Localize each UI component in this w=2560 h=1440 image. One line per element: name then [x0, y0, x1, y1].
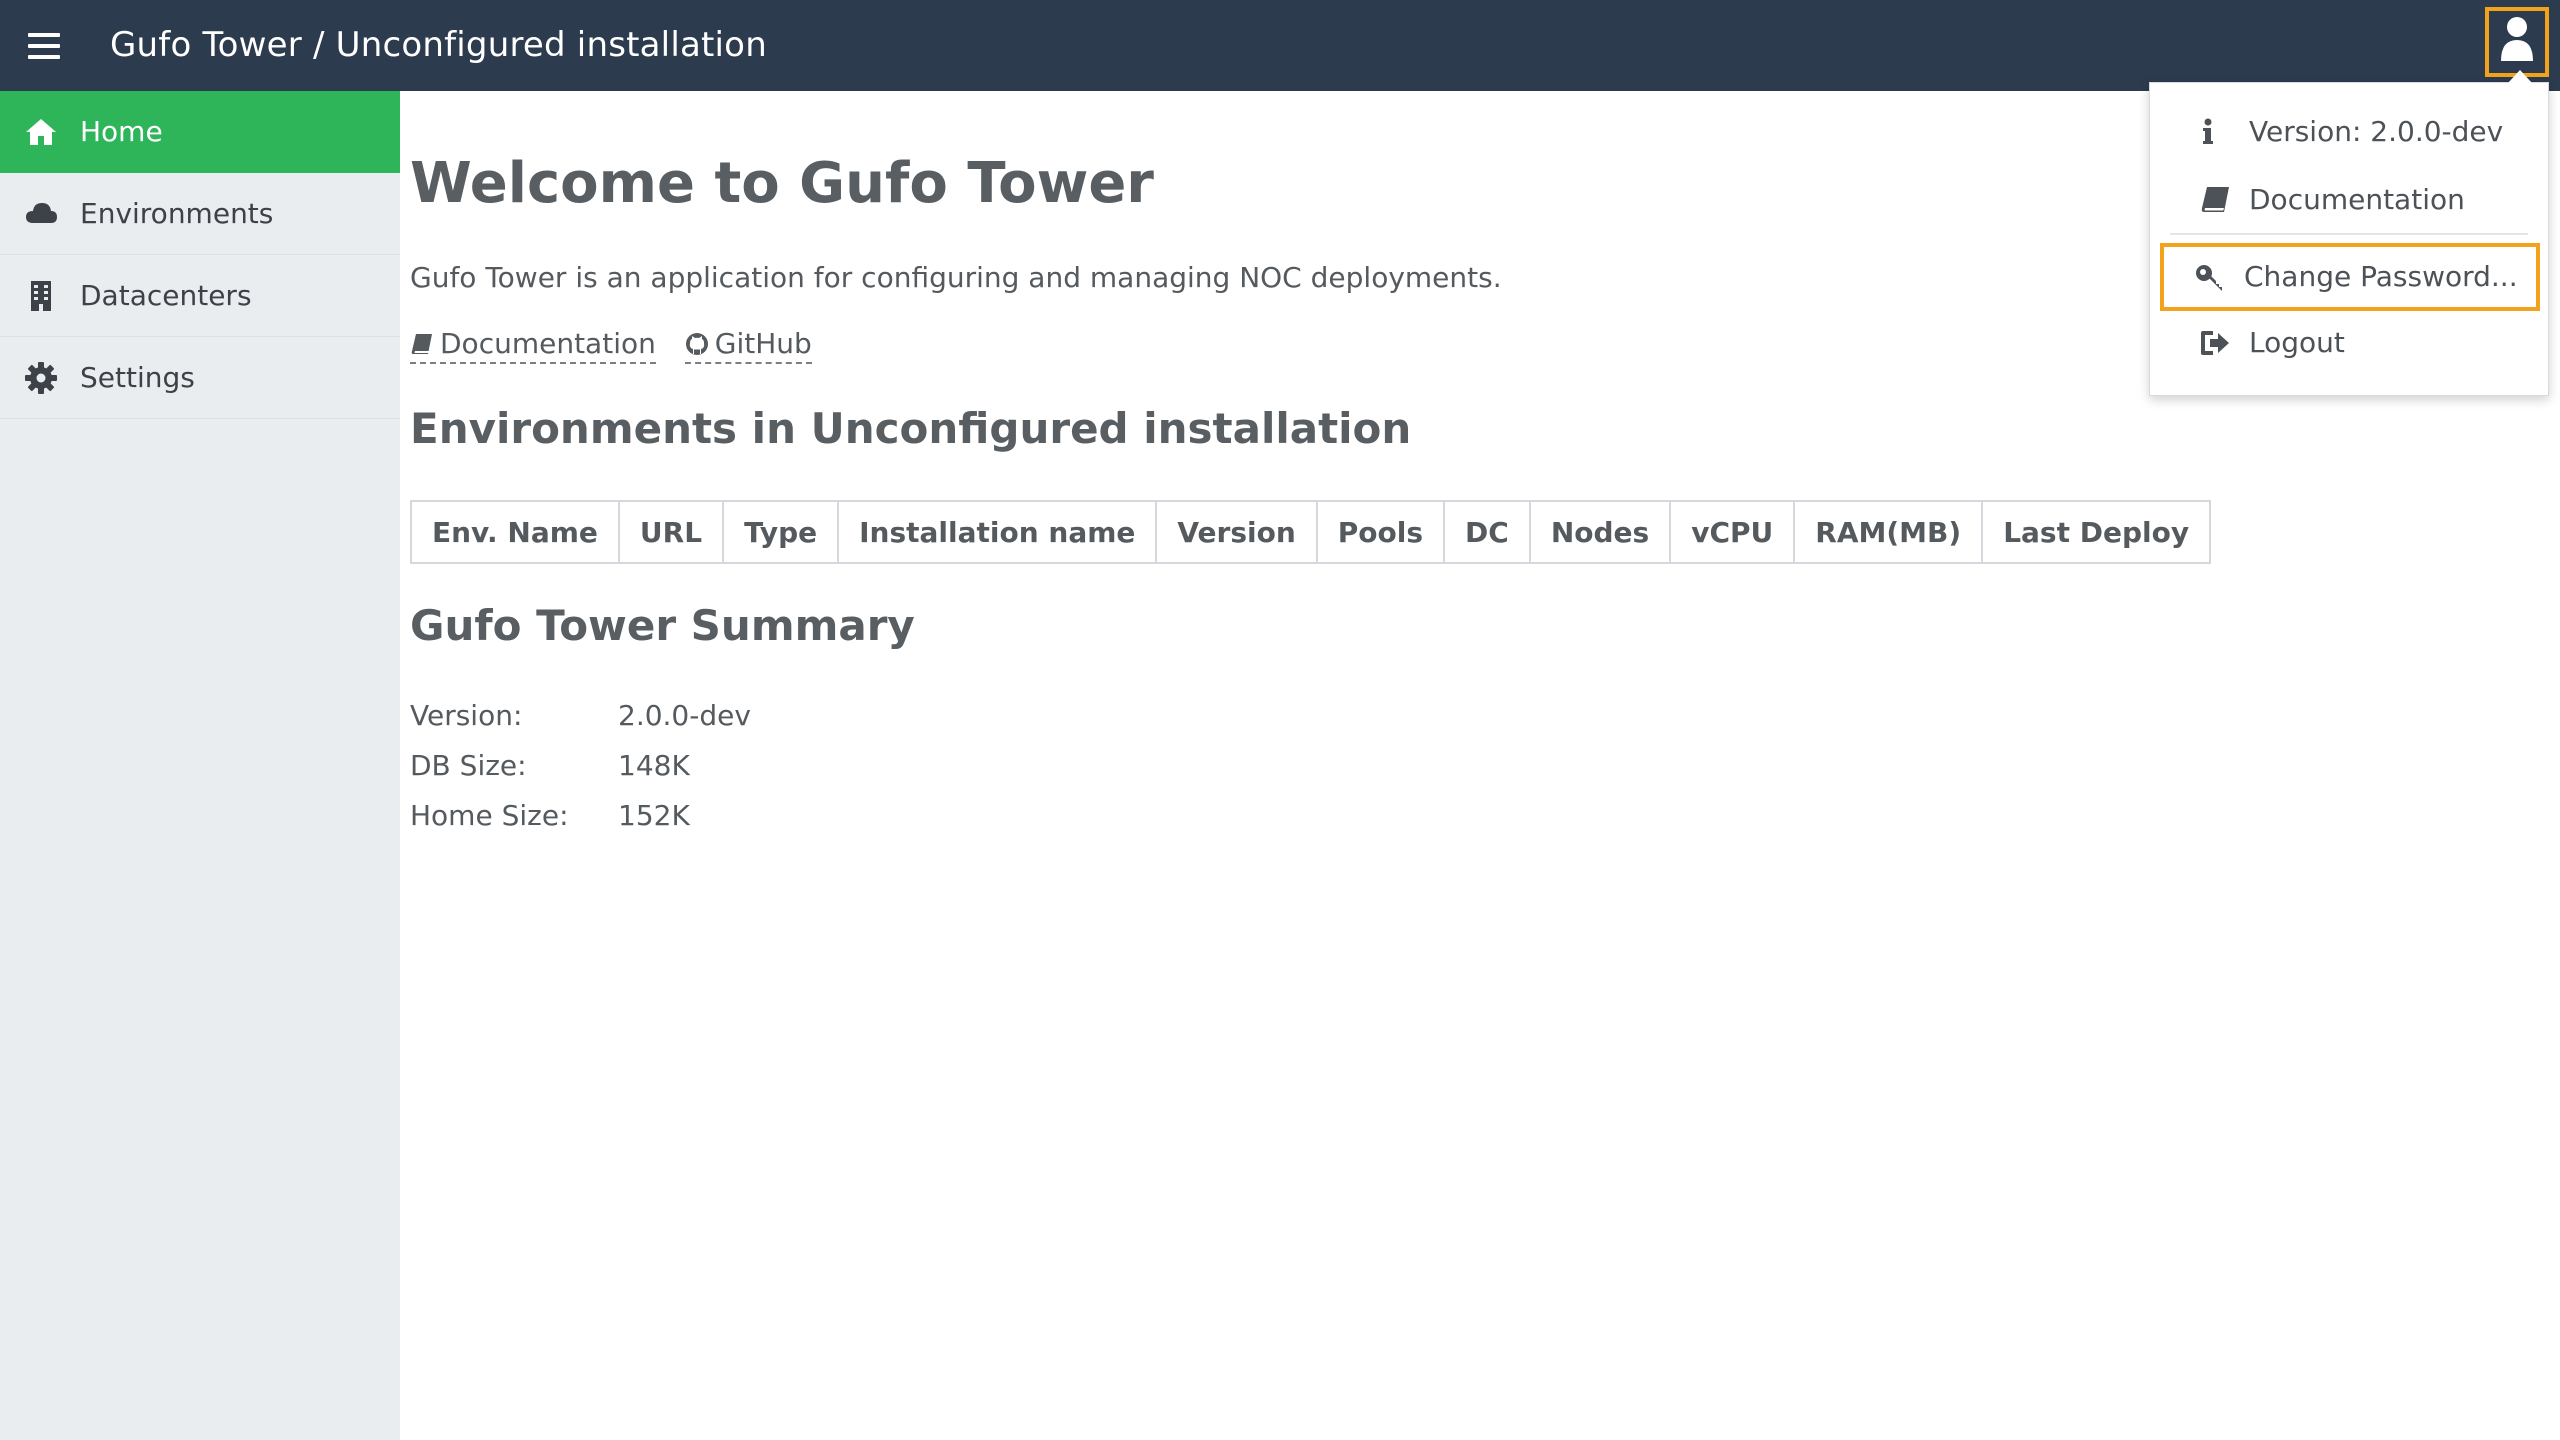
key-icon [2196, 265, 2222, 291]
summary-value: 152K [618, 799, 690, 832]
column-header[interactable]: DC [1443, 500, 1531, 564]
documentation-link[interactable]: Documentation [410, 327, 656, 364]
sidebar-item-label: Datacenters [80, 279, 252, 312]
summary-key: Version: [410, 699, 523, 732]
github-icon [685, 333, 708, 355]
gear-icon [25, 362, 57, 394]
user-menu-button[interactable] [2485, 7, 2549, 77]
building-icon [31, 281, 51, 311]
sidebar-item-home[interactable]: Home [0, 91, 400, 173]
sidebar-item-environments[interactable]: Environments [0, 173, 400, 255]
info-icon [2203, 118, 2213, 144]
summary-value: 148K [618, 749, 690, 782]
column-header[interactable]: RAM(MB) [1793, 500, 1984, 564]
sidebar-item-label: Environments [80, 197, 274, 230]
documentation-link-label: Documentation [440, 327, 656, 360]
menu-item-label: Logout [2249, 326, 2345, 359]
user-dropdown-menu: Version: 2.0.0-dev Documentation Change … [2149, 70, 2549, 396]
dropdown-arrow [2508, 70, 2532, 83]
column-header[interactable]: Type [722, 500, 840, 564]
menu-item-label: Documentation [2249, 183, 2465, 216]
book-icon [411, 334, 432, 354]
column-header[interactable]: Nodes [1528, 500, 1672, 564]
summary-row: DB Size: 148K [410, 741, 751, 791]
environments-table: Env. Name URL Type Installation name Ver… [410, 500, 2212, 564]
menu-divider [2170, 233, 2528, 235]
menu-item-version[interactable]: Version: 2.0.0-dev [2165, 102, 2535, 162]
github-link[interactable]: GitHub [684, 327, 812, 364]
column-header[interactable]: Pools [1315, 500, 1446, 564]
column-header[interactable]: URL [617, 500, 725, 564]
sidebar-item-label: Settings [80, 361, 195, 394]
column-header[interactable]: Env. Name [410, 500, 620, 564]
summary-list: Version: 2.0.0-dev DB Size: 148K Home Size… [410, 691, 751, 841]
menu-item-change-password[interactable]: Change Password... [2160, 243, 2540, 311]
github-link-label: GitHub [714, 327, 812, 360]
summary-key: Home Size: [410, 799, 569, 832]
column-header[interactable]: Last Deploy [1981, 500, 2212, 564]
intro-text: Gufo Tower is an application for configu… [410, 261, 1502, 294]
cloud-icon [26, 203, 57, 223]
sidebar: Home Environments Datacenters Settings [0, 91, 400, 1440]
user-icon [2501, 17, 2533, 61]
home-icon [26, 119, 56, 145]
summary-value: 2.0.0-dev [618, 699, 751, 732]
column-header[interactable]: Installation name [837, 500, 1158, 564]
column-header[interactable]: vCPU [1669, 500, 1796, 564]
top-bar: Gufo Tower / Unconfigured installation [0, 0, 2560, 91]
sidebar-item-datacenters[interactable]: Datacenters [0, 255, 400, 337]
summary-key: DB Size: [410, 749, 527, 782]
sidebar-item-label: Home [80, 115, 163, 148]
logout-icon [2201, 331, 2229, 355]
table-header-row: Env. Name URL Type Installation name Ver… [410, 500, 2212, 564]
menu-item-logout[interactable]: Logout [2165, 313, 2535, 373]
column-header[interactable]: Version [1155, 500, 1318, 564]
menu-item-label: Version: 2.0.0-dev [2249, 115, 2504, 148]
book-icon [2201, 187, 2229, 212]
environments-heading: Environments in Unconfigured installatio… [410, 404, 1412, 453]
summary-heading: Gufo Tower Summary [410, 601, 915, 650]
menu-item-label: Change Password... [2244, 260, 2518, 293]
summary-row: Home Size: 152K [410, 791, 751, 841]
links-row: Documentation GitHub [410, 327, 832, 364]
menu-item-documentation[interactable]: Documentation [2165, 170, 2535, 230]
summary-row: Version: 2.0.0-dev [410, 691, 751, 741]
page-title: Welcome to Gufo Tower [410, 151, 1154, 216]
app-title: Gufo Tower / Unconfigured installation [110, 25, 767, 65]
hamburger-menu-icon[interactable] [28, 33, 60, 59]
sidebar-item-settings[interactable]: Settings [0, 337, 400, 419]
